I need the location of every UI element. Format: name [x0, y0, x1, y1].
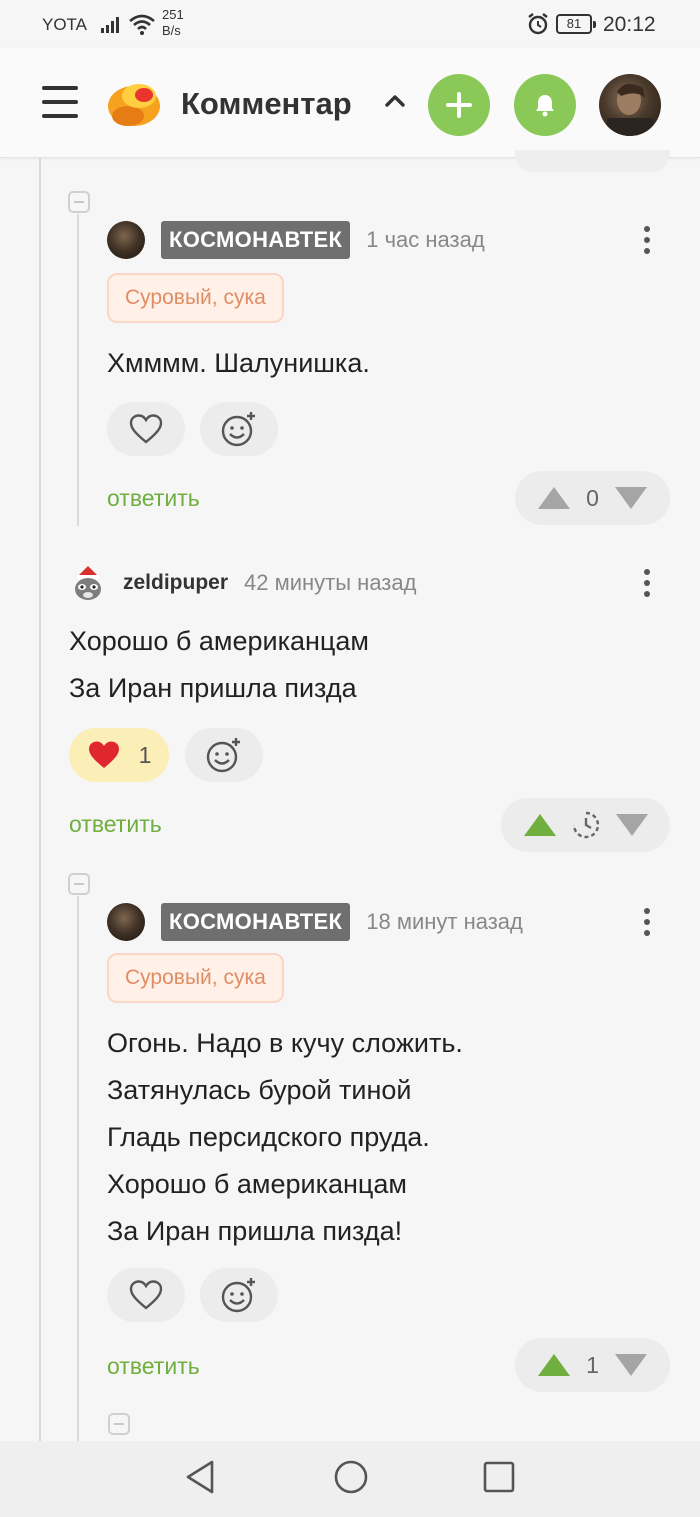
- heart-icon: [129, 1280, 163, 1310]
- signal-icon: [101, 17, 119, 33]
- comment-header: КОСМОНАВТЕК 18 минут назад: [107, 902, 523, 942]
- rating-pending-icon: [572, 811, 599, 839]
- status-bar: YOTA 251 B/s 81 20:12: [0, 0, 700, 48]
- back-icon[interactable]: [184, 1459, 218, 1495]
- add-reaction-button[interactable]: [185, 728, 263, 782]
- alarm-icon: [528, 13, 548, 35]
- heart-icon: [129, 414, 163, 444]
- comment: КОСМОНАВТЕК 18 минут назад Суровый, сука…: [107, 902, 670, 1402]
- rating-value: 1: [586, 1351, 599, 1378]
- timestamp[interactable]: 1 час назад: [366, 227, 484, 253]
- avatar[interactable]: [69, 564, 107, 602]
- vote-control: [501, 798, 670, 852]
- downvote-icon[interactable]: [615, 813, 649, 837]
- battery-indicator: 81: [556, 14, 596, 34]
- downvote-icon[interactable]: [614, 1353, 648, 1377]
- reply-link[interactable]: ответить: [107, 485, 200, 512]
- reply-link[interactable]: ответить: [107, 1353, 200, 1380]
- collapse-thread-button[interactable]: [68, 873, 90, 895]
- comment: zeldipuper 42 минуты назад Хорошо б амер…: [69, 563, 670, 853]
- more-options-icon[interactable]: [635, 565, 659, 601]
- clock: 20:12: [603, 13, 656, 36]
- thread-line-inner: [77, 214, 79, 526]
- net-speed-value: 251: [162, 7, 184, 22]
- emoji-add-icon: [221, 1278, 255, 1313]
- reply-link[interactable]: ответить: [69, 811, 162, 838]
- thread-line-outer: [39, 158, 41, 1441]
- comment-header: КОСМОНАВТЕК 1 час назад: [107, 220, 485, 260]
- rating-value: 0: [586, 484, 599, 511]
- heart-icon: [88, 741, 119, 768]
- more-options-icon[interactable]: [635, 222, 659, 258]
- username[interactable]: zeldipuper: [123, 571, 228, 595]
- emoji-add-icon: [221, 412, 255, 447]
- more-options-icon[interactable]: [635, 904, 659, 940]
- comment-line: Хмммм. Шалунишка.: [107, 348, 370, 378]
- avatar-photo: [607, 83, 653, 136]
- upvote-icon[interactable]: [537, 486, 571, 510]
- upvote-icon[interactable]: [523, 813, 557, 837]
- comment-line: За Иран пришла пизда!: [107, 1216, 403, 1246]
- emoji-add-icon: [206, 738, 240, 773]
- collapse-thread-button[interactable]: [108, 1413, 130, 1435]
- like-count: 1: [138, 741, 152, 768]
- user-tag: Суровый, сука: [107, 273, 284, 323]
- upvote-icon[interactable]: [537, 1353, 571, 1377]
- wifi-icon: [129, 14, 155, 35]
- pikabu-logo[interactable]: [106, 76, 162, 130]
- vote-control: 0: [515, 471, 670, 525]
- comment-line: Хорошо б американцам: [69, 626, 369, 656]
- user-avatar[interactable]: [599, 74, 661, 136]
- comment-text: Огонь. Надо в кучу сложить. Затянулась б…: [107, 1020, 463, 1255]
- chevron-up-icon[interactable]: [384, 90, 406, 112]
- username[interactable]: КОСМОНАВТЕК: [161, 903, 351, 941]
- bell-icon: [536, 95, 554, 117]
- vote-control: 1: [515, 1338, 670, 1392]
- username[interactable]: КОСМОНАВТЕК: [161, 221, 351, 259]
- carrier-label: YOTA: [42, 15, 88, 34]
- comment-line: Затянулась бурой тиной: [107, 1075, 412, 1105]
- comment-text: Хмммм. Шалунишка.: [107, 340, 370, 387]
- add-reaction-button[interactable]: [200, 1268, 278, 1322]
- thread-line-inner: [77, 896, 79, 1441]
- comment-line: Гладь персидского пруда.: [107, 1122, 430, 1152]
- add-reaction-button[interactable]: [200, 402, 278, 456]
- comment-line: Огонь. Надо в кучу сложить.: [107, 1028, 463, 1058]
- add-post-button[interactable]: [428, 74, 490, 136]
- comment-line: Хорошо б американцам: [107, 1169, 407, 1199]
- avatar[interactable]: [107, 221, 145, 259]
- recents-icon[interactable]: [482, 1459, 516, 1495]
- timestamp[interactable]: 18 минут назад: [366, 909, 523, 935]
- previous-vote-pill: [515, 150, 670, 172]
- timestamp[interactable]: 42 минуты назад: [244, 570, 416, 596]
- net-speed-unit: B/s: [162, 23, 181, 38]
- like-button[interactable]: [107, 402, 185, 456]
- comment: КОСМОНАВТЕК 1 час назад Суровый, сука Хм…: [107, 220, 670, 530]
- comment-header: zeldipuper 42 минуты назад: [69, 563, 416, 603]
- page-title[interactable]: Комментар: [181, 86, 352, 122]
- app-header: Комментар: [0, 48, 700, 158]
- notifications-button[interactable]: [514, 74, 576, 136]
- user-tag: Суровый, сука: [107, 953, 284, 1003]
- comment-text: Хорошо б американцам За Иран пришла пизд…: [69, 618, 369, 712]
- like-button[interactable]: [107, 1268, 185, 1322]
- home-icon[interactable]: [333, 1459, 369, 1495]
- plus-icon: [446, 92, 472, 118]
- collapse-thread-button[interactable]: [68, 191, 90, 213]
- downvote-icon[interactable]: [614, 486, 648, 510]
- like-button[interactable]: 1: [69, 728, 169, 782]
- net-speed: 251 B/s: [162, 7, 184, 39]
- system-nav-bar: [0, 1441, 700, 1517]
- comment-line: За Иран пришла пизда: [69, 673, 357, 703]
- menu-icon[interactable]: [42, 86, 78, 122]
- avatar[interactable]: [107, 903, 145, 941]
